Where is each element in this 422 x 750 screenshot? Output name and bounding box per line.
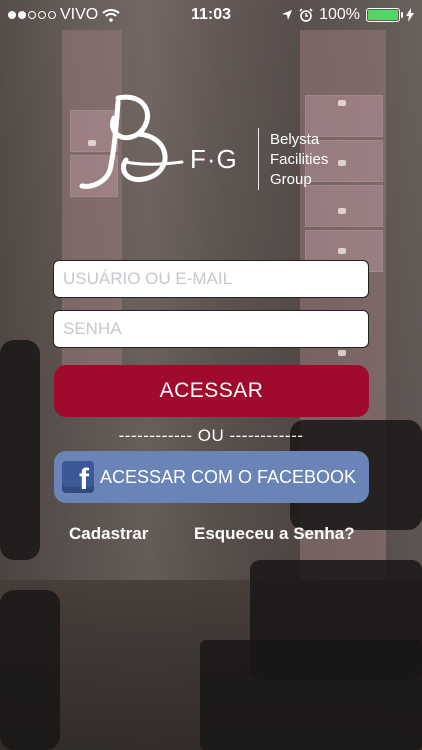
wifi-icon xyxy=(102,9,120,22)
company-logo: F·G Belysta Facilities Group xyxy=(78,92,348,202)
or-divider: ------------ OU ------------ xyxy=(118,426,304,445)
alarm-icon xyxy=(299,8,313,22)
salon-chair xyxy=(0,590,60,750)
battery-percent: 100% xyxy=(319,6,360,23)
login-button[interactable]: ACESSAR xyxy=(54,365,369,417)
logo-monogram: F·G xyxy=(190,144,238,174)
forgot-password-link[interactable]: Esqueceu a Senha? xyxy=(194,524,355,544)
carrier-label: VIVO xyxy=(60,6,99,23)
facebook-login-label: ACESSAR COM O FACEBOOK xyxy=(100,466,357,487)
battery-icon xyxy=(366,8,403,22)
drawer-knob xyxy=(338,208,346,214)
charging-bolt-icon xyxy=(406,8,414,22)
salon-chair xyxy=(0,340,40,560)
signal-dots-icon xyxy=(8,11,56,19)
username-email-input[interactable] xyxy=(53,260,369,298)
password-input[interactable] xyxy=(53,310,369,348)
salon-chair xyxy=(200,640,422,750)
signup-link[interactable]: Cadastrar xyxy=(69,524,148,544)
drawer-knob xyxy=(338,350,346,356)
clock: 11:03 xyxy=(190,6,232,23)
logo-brand-name: Belysta Facilities Group xyxy=(270,131,329,188)
location-arrow-icon xyxy=(282,10,293,20)
facebook-login-button[interactable]: f ACESSAR COM O FACEBOOK xyxy=(54,451,369,503)
drawer-knob xyxy=(338,248,346,254)
status-bar: VIVO 11:03 100% xyxy=(0,0,422,30)
facebook-icon: f xyxy=(62,461,94,493)
butterfly-b-logo-icon xyxy=(79,94,184,189)
logo-divider xyxy=(258,128,259,190)
